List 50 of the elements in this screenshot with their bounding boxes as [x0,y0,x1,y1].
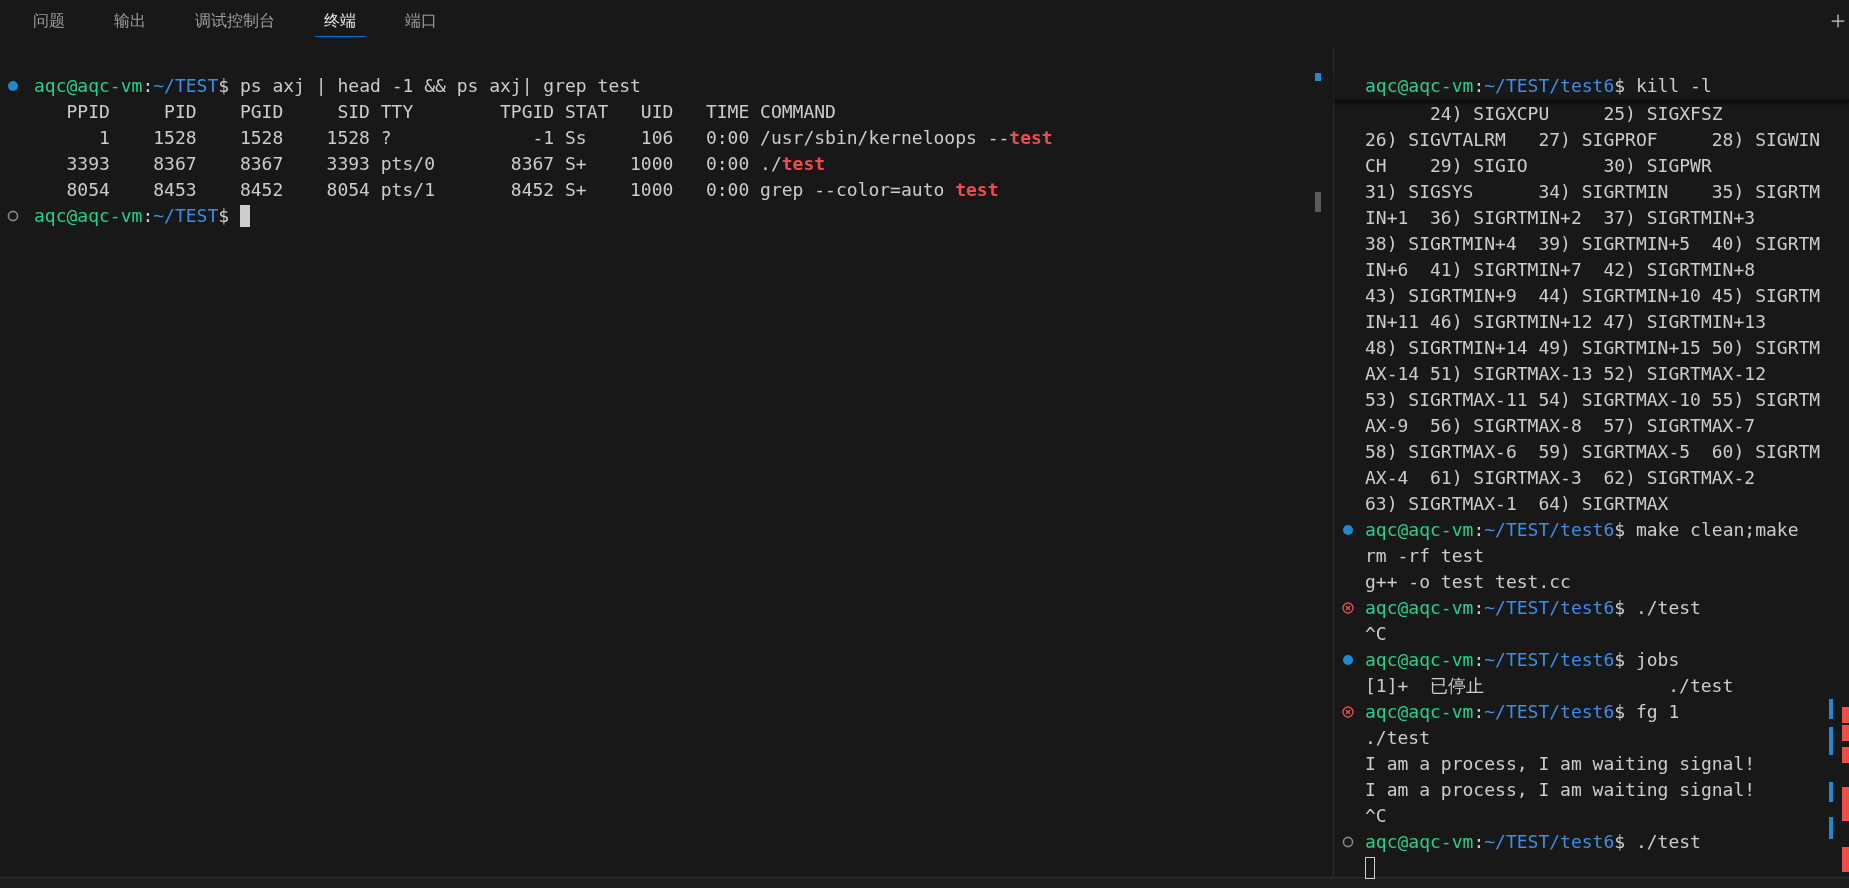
output-line: 31) SIGSYS 34) SIGRTMIN 35) SIGRTM [1365,180,1821,204]
output-line: rm -rf test [1365,544,1485,568]
prompt-line: aqc@aqc-vm:~/TEST$ ps axj | head -1 && ps axj| grep test [34,74,641,98]
output-line: 48) SIGRTMIN+14 49) SIGRTMIN+15 50) SIGRTM [1365,336,1821,360]
command-error-icon[interactable] [1342,602,1354,614]
prompt-line: aqc@aqc-vm:~/TEST$ [34,204,231,228]
scrollbar-marker [1315,73,1321,81]
output-line: I am a process, I am waiting signal! [1365,778,1756,802]
output-line: 3393 8367 8367 3393 pts/0 8367 S+ 1000 0:00 ./test [65,152,826,176]
output-line: ./test [1365,726,1431,750]
prompt-line: aqc@aqc-vm:~/TEST/test6$ ./test [1365,596,1701,620]
output-line: 58) SIGRTMAX-6 59) SIGRTMAX-5 60) SIGRTM [1365,440,1821,464]
output-line: CH 29) SIGIO 30) SIGPWR [1365,154,1712,178]
output-line: IN+11 46) SIGRTMIN+12 47) SIGRTMIN+13 [1365,310,1766,334]
output-line: I am a process, I am waiting signal! [1365,752,1756,776]
prompt-line: aqc@aqc-vm:~/TEST/test6$ ./test [1365,830,1701,854]
scrollbar-thumb[interactable] [1315,192,1321,212]
output-line: 38) SIGRTMIN+4 39) SIGRTMIN+5 40) SIGRTM [1365,232,1821,256]
command-pending-icon[interactable] [1342,836,1354,848]
output-line: IN+1 36) SIGRTMIN+2 37) SIGRTMIN+3 [1365,206,1756,230]
output-line: ^C [1365,622,1387,646]
panel-tab[interactable]: 调试控制台 [186,11,284,37]
output-line: AX-9 56) SIGRTMAX-8 57) SIGRTMAX-7 [1365,414,1756,438]
output-line: ^C [1365,804,1387,828]
command-success-dot[interactable] [1342,524,1354,536]
command-pending-icon[interactable] [7,210,19,222]
panel-tab[interactable]: 输出 [105,11,155,37]
command-success-dot[interactable] [7,80,19,92]
output-line: [1]+ 已停止 ./test [1365,674,1734,698]
prompt-line: aqc@aqc-vm:~/TEST/test6$ kill -l [1365,74,1712,98]
output-line: 1 1528 1528 1528 ? -1 Ss 106 0:00 /usr/sbin/kerneloops --test [98,126,1053,150]
output-line: 26) SIGVTALRM 27) SIGPROF 28) SIGWIN [1365,128,1821,152]
output-line: IN+6 41) SIGRTMIN+7 42) SIGRTMIN+8 [1365,258,1756,282]
prompt-line: aqc@aqc-vm:~/TEST/test6$ make clean;make [1365,518,1799,542]
output-line: 63) SIGRTMAX-1 64) SIGRTMAX [1365,492,1669,516]
output-line: 24) SIGXCPU 25) SIGXFSZ [1429,102,1723,126]
command-success-dot[interactable] [1342,654,1354,666]
output-line: 43) SIGRTMIN+9 44) SIGRTMIN+10 45) SIGRTM [1365,284,1821,308]
command-error-icon[interactable] [1342,706,1354,718]
output-line: PPID PID PGID SID TTY TPGID STAT UID TIME COMMAND [65,100,836,124]
output-line: 8054 8453 8452 8054 pts/1 8452 S+ 1000 0:00 grep --color=auto test [65,178,999,202]
prompt-line: aqc@aqc-vm:~/TEST/test6$ fg 1 [1365,700,1680,724]
output-line: g++ -o test test.cc [1365,570,1571,594]
output-line: AX-4 61) SIGRTMAX-3 62) SIGRTMAX-2 [1365,466,1756,490]
panel-tab[interactable]: 终端 [315,11,365,37]
prompt-line: aqc@aqc-vm:~/TEST/test6$ jobs [1365,648,1680,672]
output-line: AX-14 51) SIGRTMAX-13 52) SIGRTMAX-12 [1365,362,1766,386]
panel-tab[interactable]: 端口 [396,11,446,37]
panel-tab[interactable]: 问题 [24,11,74,37]
output-line: 53) SIGRTMAX-11 54) SIGRTMAX-10 55) SIGRTM [1365,388,1821,412]
